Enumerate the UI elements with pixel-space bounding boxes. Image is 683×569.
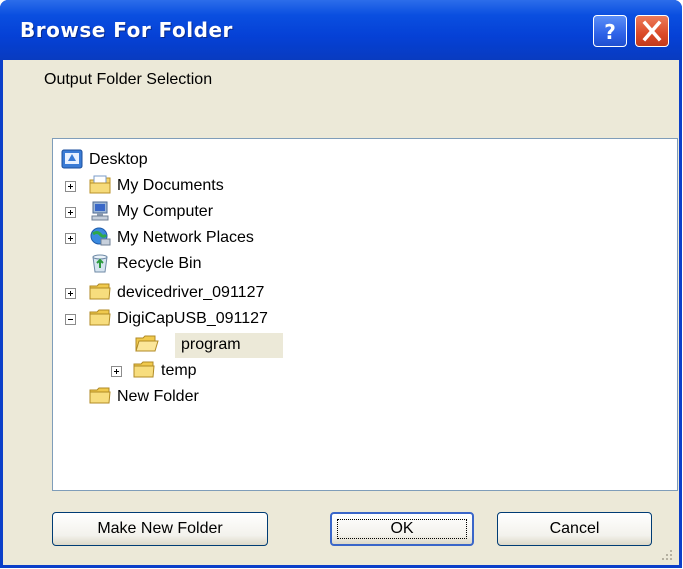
help-button[interactable]: ? xyxy=(593,15,627,47)
network-icon xyxy=(90,227,111,246)
cancel-label: Cancel xyxy=(549,520,600,537)
expand-toggle[interactable] xyxy=(65,207,76,218)
tree-item-label: My Network Places xyxy=(117,229,254,246)
focus-rectangle xyxy=(337,519,467,539)
folder-icon xyxy=(89,309,111,326)
recycle-bin-icon xyxy=(92,254,108,273)
make-new-folder-button[interactable]: Make New Folder xyxy=(52,512,268,546)
expand-toggle[interactable] xyxy=(65,181,76,192)
folder-icon xyxy=(89,387,111,404)
help-icon: ? xyxy=(604,20,616,44)
cancel-button[interactable]: Cancel xyxy=(497,512,652,546)
folder-icon xyxy=(89,283,111,300)
folder-icon xyxy=(133,361,155,378)
tree-item-label: My Computer xyxy=(117,203,214,220)
close-button[interactable] xyxy=(635,15,669,47)
make-new-folder-label: Make New Folder xyxy=(97,520,223,537)
tree-item-label: devicedriver_091127 xyxy=(117,284,265,301)
documents-icon xyxy=(89,175,111,194)
computer-icon xyxy=(91,201,109,221)
resize-grip-icon[interactable] xyxy=(658,546,674,562)
window-title: Browse For Folder xyxy=(20,18,233,42)
expand-toggle[interactable] xyxy=(65,288,76,299)
folder-tree[interactable]: Desktop My Documents My Computer My Netw… xyxy=(52,138,678,491)
dialog-caption: Output Folder Selection xyxy=(44,71,213,88)
tree-item-label: Recycle Bin xyxy=(117,255,202,272)
tree-item-label: program xyxy=(181,336,241,353)
svg-text:?: ? xyxy=(604,20,616,44)
close-icon xyxy=(642,20,662,42)
tree-item-label: DigiCapUSB_091127 xyxy=(117,310,268,327)
tree-item-label: temp xyxy=(161,362,197,379)
expand-toggle[interactable] xyxy=(111,366,122,377)
tree-item-label: My Documents xyxy=(117,177,224,194)
folder-open-icon xyxy=(135,335,159,352)
expand-toggle[interactable] xyxy=(65,233,76,244)
collapse-toggle[interactable] xyxy=(65,314,76,325)
desktop-icon xyxy=(61,149,83,169)
title-bar[interactable]: Browse For Folder ? xyxy=(0,0,682,60)
tree-item-label: New Folder xyxy=(117,388,199,405)
tree-item-label: Desktop xyxy=(89,151,148,168)
tree-item-program[interactable]: program xyxy=(135,333,285,358)
ok-button[interactable]: OK xyxy=(330,512,474,546)
